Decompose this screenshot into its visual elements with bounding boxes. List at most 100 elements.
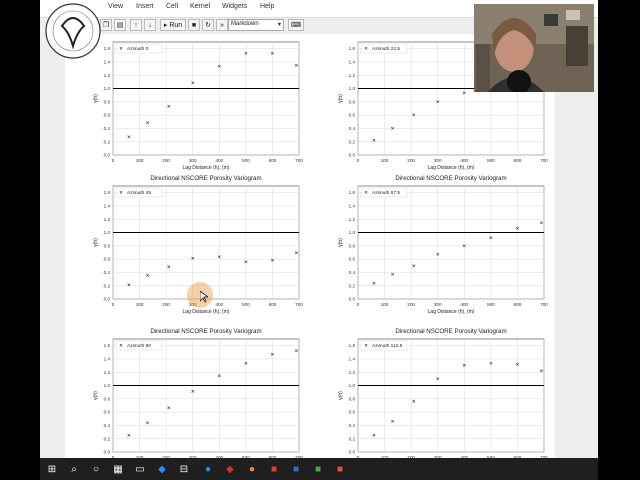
x-tick-label: 400 — [460, 158, 468, 163]
legend-label: Azimuth 112.5 — [372, 343, 403, 349]
chart-title: Directional NSCORE Porosity Variogram — [150, 175, 261, 182]
variogram-plot: Directional NSCORE Porosity Variogram 0 10… — [310, 168, 555, 318]
data-point: × — [539, 220, 543, 227]
chart-title: Directional NSCORE Porosity Variogram — [395, 175, 506, 182]
data-point: × — [412, 112, 416, 119]
y-tick-label: 1.4 — [349, 60, 356, 65]
y-tick-label: 0.4 — [349, 126, 356, 131]
firefox-icon[interactable]: ● — [244, 461, 260, 477]
data-point: × — [391, 271, 395, 278]
y-axis-label: γ(h) — [338, 391, 344, 400]
chart-svg: Directional NSCORE Porosity Variogram0 10… — [338, 328, 548, 458]
y-tick-label: 0.6 — [104, 410, 111, 415]
data-point: × — [516, 226, 520, 233]
menu-help[interactable]: Help — [260, 3, 274, 10]
data-point: × — [436, 251, 440, 258]
data-point: × — [167, 103, 171, 110]
x-tick-label: 700 — [295, 158, 303, 163]
x-tick-label: 200 — [407, 302, 415, 307]
data-point: × — [146, 120, 150, 127]
powerpoint-icon[interactable]: ■ — [266, 461, 282, 477]
y-tick-label: 1.2 — [349, 73, 356, 78]
y-tick-label: 0.4 — [104, 270, 111, 275]
menu-kernel[interactable]: Kernel — [190, 3, 210, 10]
menu-cell[interactable]: Cell — [166, 3, 178, 10]
x-tick-label: 500 — [487, 158, 495, 163]
outlook-icon[interactable]: ■ — [288, 461, 304, 477]
y-tick-label: 0.2 — [349, 139, 356, 144]
y-axis-label: γ(h) — [93, 238, 99, 247]
y-tick-label: 1.0 — [104, 230, 111, 235]
taskbar: ⊞ ⌕ ○ ▦ ▭ ◆ ⊟ ● ◆ ● ■ ■ ■ ■ — [40, 458, 598, 480]
data-point: × — [294, 62, 298, 69]
variogram-plot: Directional NSCORE Porosity Variogram 0 10… — [310, 321, 555, 458]
x-tick-label: 600 — [514, 302, 522, 307]
data-point: × — [372, 281, 376, 288]
task-view-icon[interactable]: ○ — [88, 461, 104, 477]
legend-label: Azimuth 67.5 — [372, 190, 400, 196]
browser-icon[interactable]: ● — [200, 461, 216, 477]
data-point: × — [217, 64, 221, 71]
dropbox-icon[interactable]: ◆ — [154, 461, 170, 477]
legend-marker: × — [119, 343, 123, 349]
x-axis-label: Lag Distance (h), (m) — [183, 309, 230, 315]
search-icon[interactable]: ⌕ — [66, 461, 82, 477]
y-tick-label: 1.0 — [104, 86, 111, 91]
data-point: × — [516, 361, 520, 368]
y-axis-label: γ(h) — [93, 391, 99, 400]
x-tick-label: 100 — [381, 158, 389, 163]
data-point: × — [217, 373, 221, 380]
mouse-cursor-icon — [200, 291, 208, 303]
data-point: × — [489, 361, 493, 368]
recorder-icon[interactable]: ■ — [332, 461, 348, 477]
y-tick-label: 0.0 — [349, 297, 356, 302]
y-tick-label: 0.2 — [104, 283, 111, 288]
data-point: × — [391, 418, 395, 425]
y-tick-label: 0.4 — [349, 423, 356, 428]
x-axis-label: Lag Distance (h), (m) — [428, 309, 475, 315]
y-tick-label: 1.4 — [349, 204, 356, 209]
data-point: × — [191, 80, 195, 87]
file-explorer-icon[interactable]: ▭ — [132, 461, 148, 477]
data-point: × — [539, 368, 543, 375]
data-point: × — [167, 405, 171, 412]
y-tick-label: 0.0 — [104, 297, 111, 302]
app-red-icon[interactable]: ◆ — [222, 461, 238, 477]
y-axis-label: γ(h) — [338, 94, 344, 103]
y-tick-label: 1.0 — [349, 86, 356, 91]
variogram-plot: Directional NSCORE Porosity Variogram 0 10… — [65, 321, 310, 458]
y-tick-label: 1.6 — [104, 343, 111, 348]
y-tick-label: 1.4 — [104, 204, 111, 209]
data-point: × — [391, 125, 395, 132]
x-tick-label: 500 — [242, 302, 250, 307]
y-tick-label: 1.0 — [349, 230, 356, 235]
pin-icon[interactable]: ⊟ — [176, 461, 192, 477]
y-tick-label: 0.2 — [104, 436, 111, 441]
y-tick-label: 0.8 — [349, 99, 356, 104]
notebook-output: 0 100 200 300 400 500 600 700 0.0 0.2 0.4 0.6 0.8 1.0… — [65, 34, 555, 458]
data-point: × — [127, 432, 131, 439]
x-tick-label: 600 — [514, 158, 522, 163]
camtasia-icon[interactable]: ■ — [310, 461, 326, 477]
menu-insert[interactable]: Insert — [136, 3, 154, 10]
data-point: × — [167, 264, 171, 271]
data-point: × — [294, 250, 298, 257]
calculator-icon[interactable]: ▦ — [110, 461, 126, 477]
x-tick-label: 600 — [269, 158, 277, 163]
x-tick-label: 600 — [269, 302, 277, 307]
y-tick-label: 0.0 — [104, 153, 111, 158]
data-point: × — [462, 90, 466, 97]
menu-widgets[interactable]: Widgets — [222, 3, 247, 10]
y-tick-label: 0.0 — [349, 153, 356, 158]
windows-start-icon[interactable]: ⊞ — [44, 461, 60, 477]
legend-marker: × — [364, 46, 368, 52]
y-tick-label: 0.0 — [349, 450, 356, 455]
x-tick-label: 700 — [540, 302, 548, 307]
data-point: × — [127, 282, 131, 289]
menu-view[interactable]: View — [108, 3, 123, 10]
data-point: × — [412, 398, 416, 405]
x-tick-label: 0 — [112, 158, 115, 163]
x-tick-label: 100 — [136, 158, 144, 163]
y-tick-label: 0.8 — [104, 396, 111, 401]
y-axis-label: γ(h) — [338, 238, 344, 247]
